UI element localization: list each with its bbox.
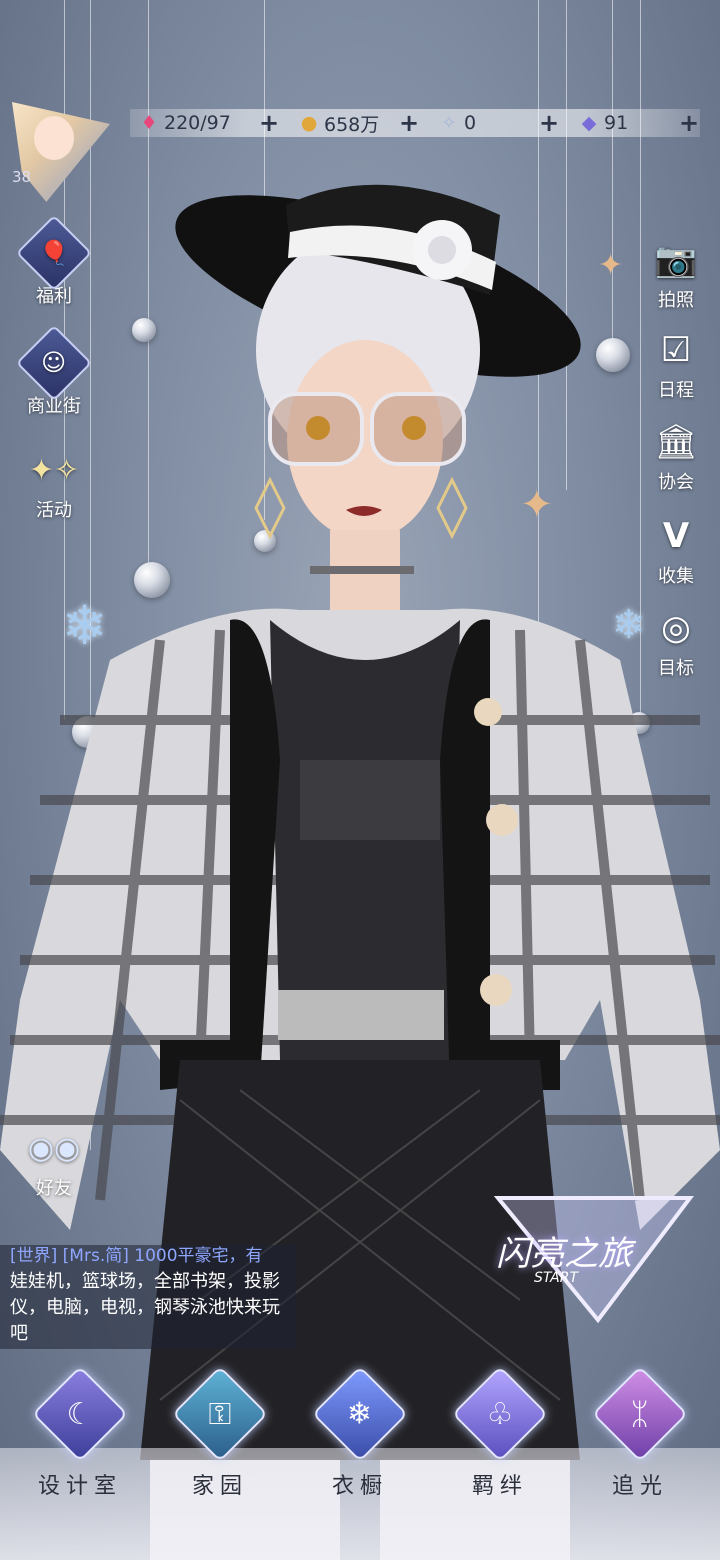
- world-chat-panel[interactable]: [世界] [Mrs.简] 1000平豪宅，有 娃娃机，篮球场，全部书架，投影仪，…: [0, 1245, 296, 1349]
- camera-icon: 📷: [654, 240, 698, 280]
- photo-label: 拍照: [658, 290, 694, 311]
- welfare-button[interactable]: 🎈 福利: [14, 214, 94, 308]
- schedule-button[interactable]: ☑ 日程: [636, 326, 716, 402]
- diamond-value: 91: [604, 112, 629, 134]
- moon-design-icon: ☾: [31, 1365, 129, 1463]
- stamina-value: 220/97: [164, 112, 231, 134]
- bond-label: 羁绊: [471, 1474, 528, 1499]
- clover-bond-icon: ♧: [451, 1365, 549, 1463]
- add-gold-button[interactable]: +: [396, 109, 422, 137]
- crystal-value: 0: [464, 112, 477, 134]
- photo-button[interactable]: 📷 拍照: [636, 236, 716, 312]
- hot-air-balloon-icon: 🎈: [15, 214, 93, 292]
- heart-gem-icon: ♦: [140, 112, 158, 134]
- stars-icon: ✦✧: [28, 452, 80, 488]
- association-button[interactable]: 🏛 协会: [636, 418, 716, 494]
- home-label: 家园: [191, 1474, 248, 1499]
- schedule-label: 日程: [658, 380, 694, 401]
- design-studio-tab[interactable]: ☾ 设计室: [25, 1365, 135, 1500]
- goal-button[interactable]: ◎ 目标: [636, 604, 716, 680]
- gold-coin-icon: ●: [300, 112, 318, 134]
- collection-button[interactable]: V 收集: [636, 512, 716, 588]
- commercial-street-button[interactable]: ☺ 商业街: [14, 324, 94, 418]
- association-label: 协会: [658, 472, 694, 493]
- bond-tab[interactable]: ♧ 羁绊: [445, 1365, 555, 1500]
- add-crystal-button[interactable]: +: [536, 109, 562, 137]
- events-label: 活动: [36, 500, 72, 521]
- design-studio-label: 设计室: [37, 1474, 122, 1499]
- collection-v-icon: V: [662, 516, 690, 556]
- goal-label: 目标: [658, 658, 694, 679]
- diamond-icon: ◆: [581, 112, 597, 134]
- shop-bag-icon: ☺: [15, 324, 93, 402]
- gold-counter: ● 658万: [296, 109, 380, 137]
- friends-button[interactable]: ◉◉ 好友: [14, 1124, 94, 1200]
- events-button[interactable]: ✦✧ 活动: [14, 446, 94, 522]
- butterfly-light-icon: ᛯ: [591, 1365, 689, 1463]
- diamond-counter: ◆ 91: [576, 109, 629, 137]
- crystal-counter: ✧ 0: [436, 109, 476, 137]
- shining-journey-button[interactable]: 闪亮之旅 START: [493, 1188, 695, 1326]
- chat-header-line: [世界] [Mrs.简] 1000平豪宅，有: [10, 1246, 263, 1266]
- stamina-counter: ♦ 220/97: [136, 109, 231, 137]
- chase-light-tab[interactable]: ᛯ 追光: [585, 1365, 695, 1500]
- wardrobe-tab[interactable]: ❄ 衣橱: [305, 1365, 415, 1500]
- crystal-icon: ✧: [441, 112, 457, 134]
- add-stamina-button[interactable]: +: [256, 109, 282, 137]
- chat-message: 娃娃机，篮球场，全部书架，投影仪，电脑，电视，钢琴泳池快来玩吧: [10, 1271, 280, 1344]
- key-home-icon: ⚿: [171, 1365, 269, 1463]
- friends-bubble-icon: ◉◉: [27, 1130, 81, 1166]
- journey-subtitle: START: [534, 1270, 579, 1286]
- gold-value: 658万: [324, 113, 380, 136]
- wardrobe-label: 衣橱: [331, 1474, 388, 1499]
- chase-light-label: 追光: [611, 1474, 668, 1499]
- calendar-check-icon: ☑: [660, 330, 692, 370]
- journey-title: 闪亮之旅: [496, 1234, 632, 1274]
- home-tab[interactable]: ⚿ 家园: [165, 1365, 275, 1500]
- snowflake-wardrobe-icon: ❄: [311, 1365, 409, 1463]
- guild-building-icon: 🏛: [654, 422, 698, 462]
- collection-label: 收集: [658, 566, 694, 587]
- player-level: 38: [12, 168, 32, 186]
- friends-label: 好友: [36, 1178, 72, 1199]
- add-diamond-button[interactable]: +: [676, 109, 702, 137]
- character-model[interactable]: [0, 170, 720, 1560]
- target-badge-icon: ◎: [661, 608, 691, 648]
